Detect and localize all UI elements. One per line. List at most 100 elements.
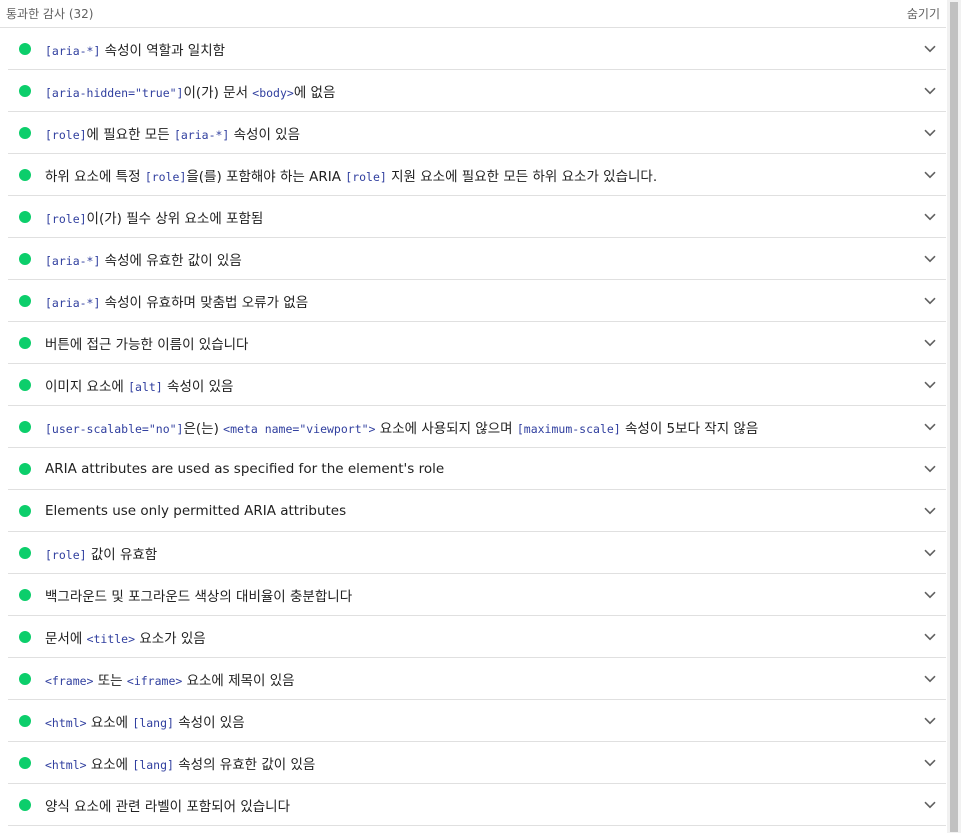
audit-title-text: 버튼에 접근 가능한 이름이 있습니다 — [45, 336, 249, 353]
audit-title: [user-scalable="no"]은(는) <meta name="vie… — [45, 417, 918, 437]
audit-title-code: [lang] — [132, 757, 174, 772]
audit-title-code: <frame> — [45, 673, 94, 688]
audit-title-text: Elements use only permitted ARIA attribu… — [45, 502, 347, 519]
audit-row[interactable]: [aria-hidden="true"]이(가) 문서 <body>에 없음 — [8, 70, 946, 112]
audit-title-text: 속성의 유효한 값이 있음 — [173, 756, 316, 773]
audit-row[interactable]: 이미지 요소에 [alt] 속성이 있음 — [8, 364, 946, 406]
chevron-down-icon[interactable] — [918, 289, 942, 313]
pass-status-icon — [19, 294, 31, 307]
pass-status-icon — [19, 546, 31, 559]
audit-title: [role]에 필요한 모든 [aria-*] 속성이 있음 — [45, 123, 918, 143]
audit-row[interactable]: [role] 값이 유효함 — [8, 532, 946, 574]
chevron-down-icon[interactable] — [918, 499, 942, 523]
audit-title-text: 백그라운드 및 포그라운드 색상의 대비율이 충분합니다 — [45, 588, 353, 605]
audit-title-code: [aria-*] — [173, 127, 230, 142]
audit-row[interactable]: 하위 요소에 특정 [role]을(를) 포함해야 하는 ARIA [role]… — [8, 154, 946, 196]
chevron-down-icon[interactable] — [918, 373, 942, 397]
chevron-down-icon[interactable] — [918, 163, 942, 187]
audit-title-code: [aria-hidden="true"] — [45, 85, 184, 100]
pass-status-icon — [19, 84, 31, 97]
chevron-down-icon[interactable] — [918, 37, 942, 61]
chevron-down-icon[interactable] — [918, 205, 942, 229]
audit-title: <frame> 또는 <iframe> 요소에 제목이 있음 — [45, 669, 918, 689]
audit-row[interactable]: [aria-*] 속성이 유효하며 맞춤법 오류가 없음 — [8, 280, 946, 322]
chevron-down-icon[interactable] — [918, 583, 942, 607]
audit-title-code: <body> — [252, 85, 294, 100]
audit-row[interactable]: <html> 요소에 [lang] 속성이 있음 — [8, 700, 946, 742]
chevron-down-icon[interactable] — [918, 709, 942, 733]
audit-title-code: <iframe> — [126, 673, 183, 688]
audit-title: [aria-*] 속성이 유효하며 맞춤법 오류가 없음 — [45, 291, 918, 311]
chevron-down-icon[interactable] — [918, 79, 942, 103]
audit-title-code: [role] — [45, 127, 87, 142]
audit-title-text: 문서에 — [45, 630, 87, 647]
audit-title-code: <meta name="viewport"> — [223, 421, 376, 436]
chevron-down-icon[interactable] — [918, 457, 942, 481]
chevron-down-icon[interactable] — [918, 751, 942, 775]
pass-status-icon — [19, 126, 31, 139]
chevron-down-icon[interactable] — [918, 793, 942, 817]
audit-row[interactable]: [aria-*] 속성이 역할과 일치함 — [8, 28, 946, 70]
chevron-down-icon[interactable] — [918, 667, 942, 691]
pass-status-icon — [19, 168, 31, 181]
audit-title-text: 속성이 유효하며 맞춤법 오류가 없음 — [100, 294, 309, 311]
audit-row[interactable]: [aria-*] 속성에 유효한 값이 있음 — [8, 238, 946, 280]
passed-audits-panel: 통과한 감사 (32) 숨기기 [aria-*] 속성이 역할과 일치함 [ari… — [0, 0, 946, 833]
audit-title-text: 속성이 있음 — [173, 714, 245, 731]
chevron-down-icon[interactable] — [918, 415, 942, 439]
audit-row[interactable]: Elements use only permitted ARIA attribu… — [8, 490, 946, 532]
chevron-down-icon[interactable] — [918, 331, 942, 355]
audit-row[interactable]: [role]이(가) 필수 상위 요소에 포함됨 — [8, 196, 946, 238]
audit-title-text: 요소가 있음 — [135, 630, 206, 647]
audit-title-code: [user-scalable="no"] — [45, 421, 184, 436]
audit-row[interactable]: <html> 요소에 [lang] 속성의 유효한 값이 있음 — [8, 742, 946, 784]
audit-title-code: [aria-*] — [45, 43, 101, 58]
audit-title: 이미지 요소에 [alt] 속성이 있음 — [45, 375, 918, 395]
audit-title-text: 지원 요소에 필요한 모든 하위 요소가 있습니다. — [386, 168, 658, 185]
chevron-down-icon[interactable] — [918, 247, 942, 271]
audit-title-code: [aria-*] — [45, 295, 101, 310]
pass-status-icon — [19, 420, 31, 433]
chevron-down-icon[interactable] — [918, 541, 942, 565]
audit-title: [aria-*] 속성에 유효한 값이 있음 — [45, 249, 918, 269]
audit-title-text: 또는 — [93, 672, 127, 689]
pass-status-icon — [19, 672, 31, 685]
audit-title-code: [maximum-scale] — [516, 421, 621, 436]
audit-title: 버튼에 접근 가능한 이름이 있습니다 — [45, 333, 918, 353]
audit-title: 백그라운드 및 포그라운드 색상의 대비율이 충분합니다 — [45, 585, 918, 605]
chevron-down-icon[interactable] — [918, 625, 942, 649]
audit-row[interactable]: 문서에 <title> 요소가 있음 — [8, 616, 946, 658]
audit-title-text: 요소에 사용되지 않으며 — [375, 420, 517, 437]
audit-title: 문서에 <title> 요소가 있음 — [45, 627, 918, 647]
audit-title-text: 하위 요소에 특정 — [45, 168, 145, 185]
audit-title-text: 이미지 요소에 — [45, 378, 129, 395]
pass-status-icon — [19, 462, 31, 475]
audit-row[interactable]: 버튼에 접근 가능한 이름이 있습니다 — [8, 322, 946, 364]
audit-row[interactable]: ARIA attributes are used as specified fo… — [8, 448, 946, 490]
audit-title-text: 요소에 — [86, 756, 133, 773]
audit-row[interactable]: <frame> 또는 <iframe> 요소에 제목이 있음 — [8, 658, 946, 700]
audit-title: [aria-hidden="true"]이(가) 문서 <body>에 없음 — [45, 81, 918, 101]
audit-title-code: [role] — [45, 211, 87, 226]
audit-title: ARIA attributes are used as specified fo… — [45, 461, 918, 477]
audit-title-text: 속성이 있음 — [162, 378, 234, 395]
audit-row[interactable]: [user-scalable="no"]은(는) <meta name="vie… — [8, 406, 946, 448]
audit-title-code: <html> — [45, 715, 87, 730]
scrollbar[interactable] — [947, 0, 961, 833]
audit-title-text: 에 없음 — [293, 84, 336, 101]
chevron-down-icon[interactable] — [918, 121, 942, 145]
audit-row[interactable]: 양식 요소에 관련 라벨이 포함되어 있습니다 — [8, 784, 946, 826]
pass-status-icon — [19, 798, 31, 811]
pass-status-icon — [19, 210, 31, 223]
pass-status-icon — [19, 714, 31, 727]
pass-status-icon — [19, 336, 31, 349]
audit-title-text: 속성에 유효한 값이 있음 — [100, 252, 242, 269]
audit-row[interactable]: [role]에 필요한 모든 [aria-*] 속성이 있음 — [8, 112, 946, 154]
audit-title: [aria-*] 속성이 역할과 일치함 — [45, 39, 918, 59]
passed-audits-header[interactable]: 통과한 감사 (32) 숨기기 — [0, 0, 946, 28]
audit-title-code: [aria-*] — [45, 253, 101, 268]
audit-row[interactable]: 백그라운드 및 포그라운드 색상의 대비율이 충분합니다 — [8, 574, 946, 616]
hide-toggle[interactable]: 숨기기 — [907, 5, 940, 22]
audit-title-text: 속성이 5보다 작지 않음 — [620, 420, 759, 437]
pass-status-icon — [19, 504, 31, 517]
